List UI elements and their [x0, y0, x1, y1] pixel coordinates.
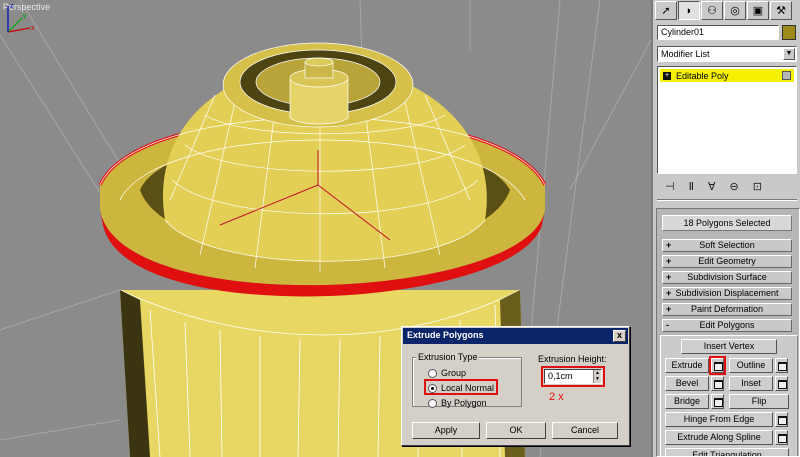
edit-polygons-body: Insert Vertex Extrude Outline Bevel Inse…	[660, 335, 798, 456]
radio-button-icon[interactable]	[428, 398, 437, 408]
dialog-title: Extrude Polygons	[407, 330, 484, 340]
bevel-settings-icon[interactable]	[711, 376, 724, 391]
extrude-button[interactable]: Extrude	[665, 358, 709, 373]
bridge-button[interactable]: Bridge	[665, 394, 709, 409]
highlight-box	[541, 366, 605, 387]
svg-text:z: z	[10, 3, 14, 10]
rollout-toggle-icon: +	[666, 240, 672, 250]
radio-by-polygon[interactable]: By Polygon	[428, 398, 487, 408]
remove-modifier-icon[interactable]: ⊖	[730, 180, 739, 193]
rollout-edit-polygons[interactable]: - Edit Polygons	[662, 319, 792, 332]
modifier-list-dropdown[interactable]: Modifier List ▼	[657, 46, 797, 62]
configure-sets-icon[interactable]: ⊡	[753, 180, 762, 193]
rollout-toggle-icon: +	[666, 272, 672, 282]
extrude-along-spline-button[interactable]: Extrude Along Spline	[665, 430, 773, 445]
rollout-label: Edit Geometry	[698, 256, 756, 266]
bevel-button[interactable]: Bevel	[665, 376, 709, 391]
modifier-toggle-icon[interactable]	[782, 71, 791, 80]
outline-button[interactable]: Outline	[729, 358, 773, 373]
object-name-field[interactable]: Cylinder01	[657, 25, 779, 40]
stack-tools: ⊣ Ⅱ ∀ ⊖ ⊡	[657, 178, 797, 194]
pin-stack-icon[interactable]: ⊣	[665, 180, 675, 193]
hinge-settings-icon[interactable]	[775, 412, 788, 427]
close-icon[interactable]: x	[613, 330, 626, 342]
make-unique-icon[interactable]: ∀	[708, 180, 716, 193]
stack-item-editable-poly[interactable]: + Editable Poly	[660, 69, 794, 82]
radio-label: Group	[441, 368, 467, 378]
rollout-paint-deformation[interactable]: + Paint Deformation	[662, 303, 792, 316]
cancel-button[interactable]: Cancel	[552, 422, 618, 439]
svg-text:y: y	[23, 13, 27, 20]
inset-button[interactable]: Inset	[729, 376, 773, 391]
dialog-titlebar[interactable]: Extrude Polygons x	[403, 328, 628, 344]
rollouts-panel[interactable]: 18 Polygons Selected + Soft Selection + …	[656, 208, 800, 457]
annotation-text: 2 x	[549, 391, 564, 403]
modifier-stack[interactable]: + Editable Poly	[657, 66, 797, 174]
edit-triangulation-button[interactable]: Edit Triangulation	[665, 448, 789, 456]
extrude-settings-icon[interactable]	[709, 356, 726, 375]
show-end-result-icon[interactable]: Ⅱ	[689, 180, 694, 193]
stack-item-label: Editable Poly	[676, 70, 729, 81]
inset-settings-icon[interactable]	[775, 376, 788, 391]
insert-vertex-button[interactable]: Insert Vertex	[681, 339, 777, 354]
bridge-settings-icon[interactable]	[711, 394, 724, 409]
extrude-spline-settings-icon[interactable]	[775, 430, 788, 445]
svg-text:x: x	[31, 25, 35, 32]
rollout-subdivision-surface[interactable]: + Subdivision Surface	[662, 271, 792, 284]
rollout-soft-selection[interactable]: + Soft Selection	[662, 239, 792, 252]
modify-tab-icon[interactable]: ◗	[678, 1, 700, 20]
display-tab-icon[interactable]: ▣	[747, 1, 769, 20]
rollout-toggle-icon: +	[666, 288, 672, 298]
modifier-list-label: Modifier List	[661, 49, 710, 59]
rollout-toggle-icon: -	[666, 320, 669, 330]
expand-icon[interactable]: +	[663, 71, 671, 80]
rollout-edit-geometry[interactable]: + Edit Geometry	[662, 255, 792, 268]
rollout-label: Paint Deformation	[690, 304, 764, 314]
axis-tripod-icon: x y z	[7, 3, 35, 33]
selection-info: 18 Polygons Selected	[662, 215, 792, 231]
outline-settings-icon[interactable]	[775, 358, 788, 373]
rollout-toggle-icon: +	[666, 256, 672, 266]
panel-tabs: ➚ ◗ ⚇ ◎ ▣ ⚒	[655, 1, 792, 21]
extrusion-type-label: Extrusion Type	[416, 352, 480, 362]
apply-button[interactable]: Apply	[412, 422, 480, 439]
divider	[657, 199, 797, 201]
create-tab-icon[interactable]: ➚	[655, 1, 677, 20]
flip-button[interactable]: Flip	[729, 394, 789, 409]
object-color-swatch[interactable]	[782, 25, 796, 40]
rollout-label: Edit Polygons	[699, 320, 755, 330]
extrusion-height-label: Extrusion Height:	[538, 354, 607, 364]
motion-tab-icon[interactable]: ◎	[724, 1, 746, 20]
radio-button-icon[interactable]	[428, 368, 437, 378]
ok-button[interactable]: OK	[486, 422, 546, 439]
chevron-down-icon[interactable]: ▼	[783, 48, 795, 60]
rollout-label: Subdivision Displacement	[675, 288, 779, 298]
rollout-toggle-icon: +	[666, 304, 672, 314]
radio-label: By Polygon	[441, 398, 487, 408]
utilities-tab-icon[interactable]: ⚒	[770, 1, 792, 20]
rollout-label: Soft Selection	[699, 240, 755, 250]
radio-group[interactable]: Group	[428, 368, 466, 378]
rollout-label: Subdivision Surface	[687, 272, 767, 282]
highlight-box	[424, 379, 498, 395]
extrude-polygons-dialog[interactable]: Extrude Polygons x Extrusion Type Group …	[401, 326, 630, 446]
command-panel: ➚ ◗ ⚇ ◎ ▣ ⚒ Cylinder01 Modifier List ▼ +…	[651, 0, 800, 457]
hinge-from-edge-button[interactable]: Hinge From Edge	[665, 412, 773, 427]
rollout-subdivision-displacement[interactable]: + Subdivision Displacement	[662, 287, 792, 300]
hierarchy-tab-icon[interactable]: ⚇	[701, 1, 723, 20]
